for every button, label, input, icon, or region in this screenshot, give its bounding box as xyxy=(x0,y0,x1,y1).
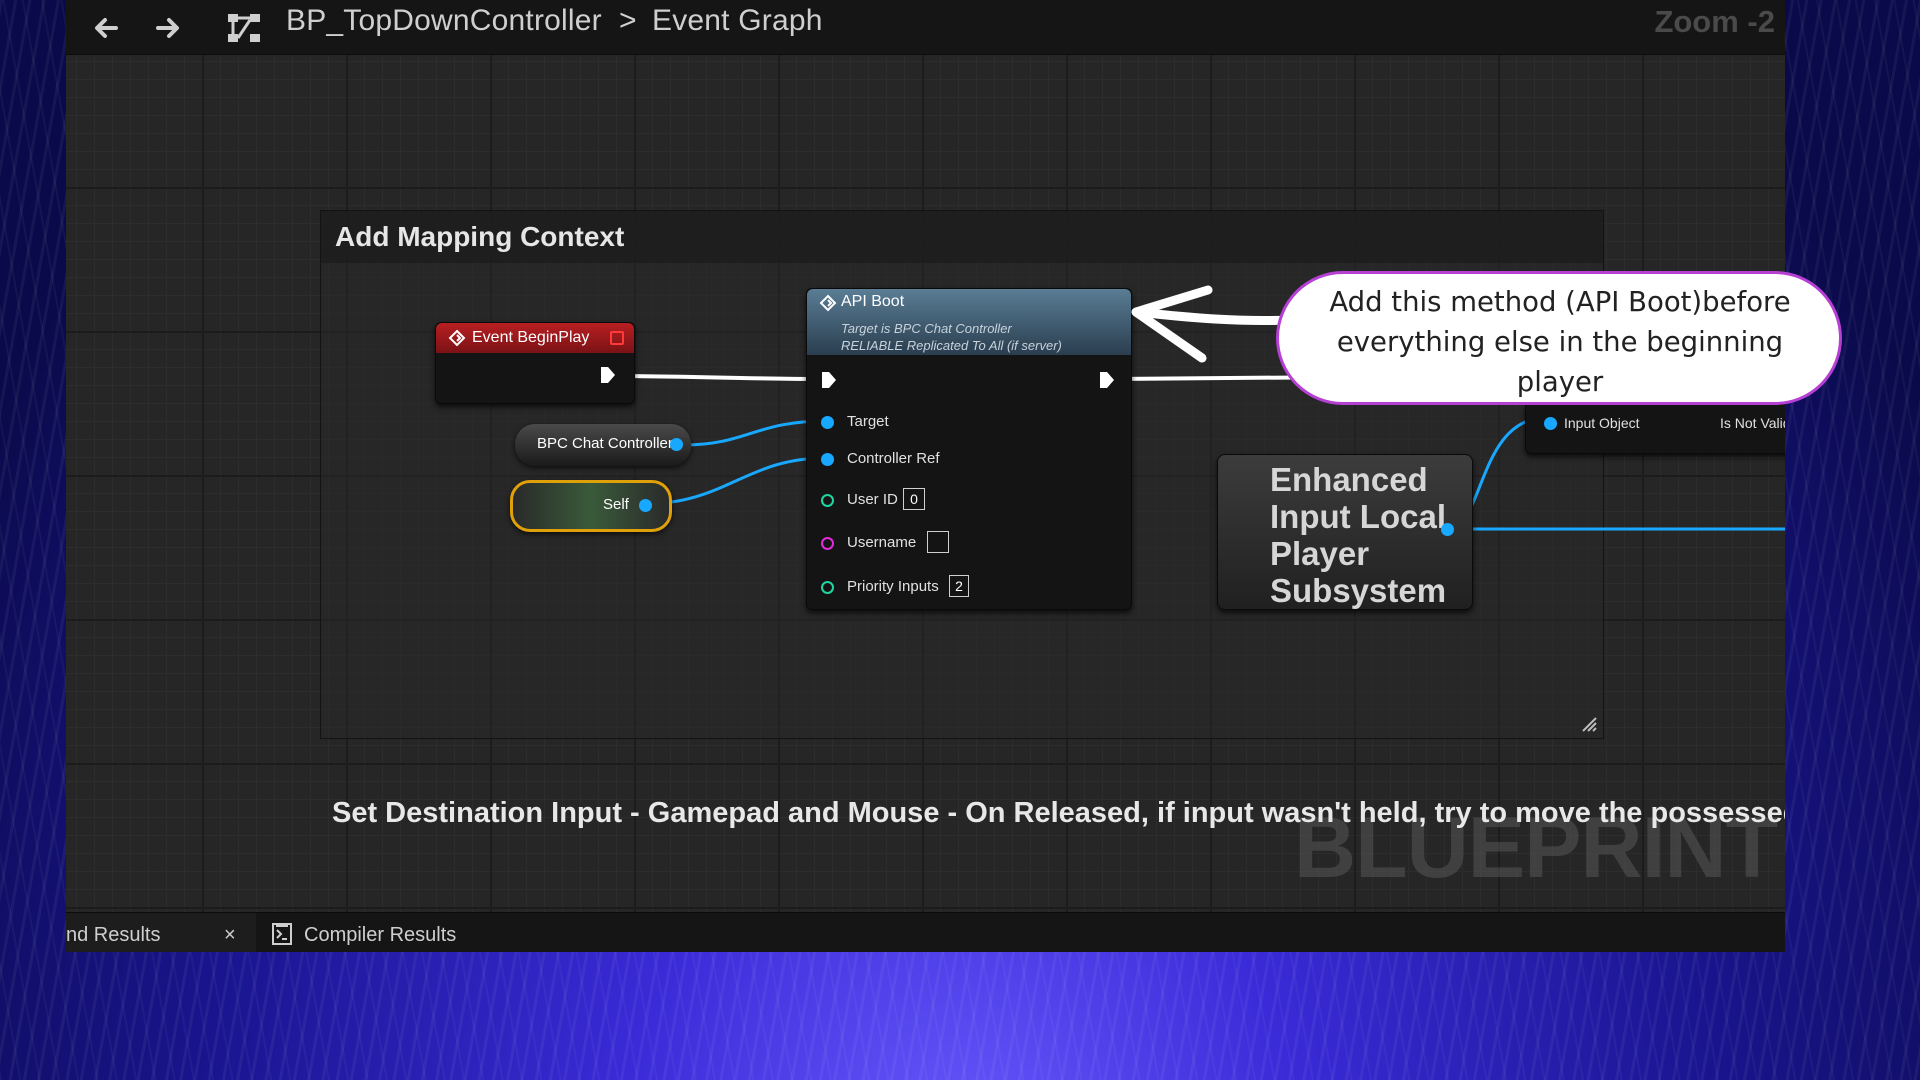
callout-arrow-icon xyxy=(1131,285,1295,363)
enhanced-input-subsystem-node[interactable]: Enhanced Input Local Player Subsystem xyxy=(1217,454,1473,610)
breadcrumb-graph[interactable]: Event Graph xyxy=(652,4,823,38)
pin-label: User ID xyxy=(847,491,898,508)
forward-button[interactable] xyxy=(148,8,188,48)
event-begin-play-node[interactable]: Event BeginPlay xyxy=(435,322,635,404)
function-diamond-icon xyxy=(819,294,837,312)
zoom-level: Zoom -2 xyxy=(1654,4,1775,39)
user-id-value[interactable]: 0 xyxy=(903,488,925,510)
object-out-pin[interactable] xyxy=(670,438,683,451)
compiler-results-icon xyxy=(272,923,292,945)
priority-inputs-value[interactable]: 2 xyxy=(949,575,969,597)
input-object-label: Input Object xyxy=(1564,415,1640,431)
annotation-callout: Add this method (API Boot)before everyth… xyxy=(1276,271,1842,405)
string-pin-icon[interactable] xyxy=(821,537,834,550)
graph-toolbar: BP_TopDownController > Event Graph Zoom … xyxy=(66,0,1785,55)
object-pin-icon[interactable] xyxy=(821,416,834,429)
arrow-right-icon xyxy=(156,18,179,38)
api-boot-header: API Boot Target is BPC Chat Controller R… xyxy=(807,289,1131,355)
tab-compiler-results[interactable]: Compiler Results xyxy=(272,913,492,952)
breadcrumb-blueprint[interactable]: BP_TopDownController xyxy=(286,4,602,38)
exec-wire-beginplay-to-apiboot xyxy=(610,374,823,381)
self-label: Self xyxy=(603,496,629,513)
tab-label: Compiler Results xyxy=(304,924,457,946)
back-button[interactable] xyxy=(86,8,126,48)
close-icon[interactable]: × xyxy=(224,913,236,952)
self-node[interactable]: Self xyxy=(510,480,672,532)
api-boot-replication-note: RELIABLE Replicated To All (if server) xyxy=(841,338,1062,353)
pin-label: Priority Inputs xyxy=(847,578,939,595)
breadcrumb-separator: > xyxy=(619,4,637,37)
subsystem-out-pin[interactable] xyxy=(1441,523,1454,536)
bottom-tab-bar: nd Results × Compiler Results xyxy=(66,912,1785,952)
object-wire-controller-to-target xyxy=(683,419,827,447)
variable-label: BPC Chat Controller xyxy=(537,435,673,452)
exec-out-pin-icon[interactable] xyxy=(1099,371,1115,389)
int-pin-icon[interactable] xyxy=(821,494,834,507)
self-out-pin[interactable] xyxy=(639,499,652,512)
event-node-header: Event BeginPlay xyxy=(436,323,634,353)
api-boot-node[interactable]: API Boot Target is BPC Chat Controller R… xyxy=(806,288,1132,610)
is-valid-node[interactable]: Input Object Is Not Valid xyxy=(1525,402,1785,454)
api-boot-title: API Boot xyxy=(841,293,905,310)
event-diamond-icon xyxy=(448,329,466,347)
input-object-pin[interactable] xyxy=(1544,417,1557,430)
int-pin-icon[interactable] xyxy=(821,581,834,594)
pin-label: Controller Ref xyxy=(847,450,940,467)
comment-title-set-destination[interactable]: Set Destination Input - Gamepad and Mous… xyxy=(332,797,1785,830)
arrow-left-icon xyxy=(95,18,118,38)
event-graph-canvas[interactable]: Add Mapping Context Event BeginPlay BPC … xyxy=(66,55,1785,912)
tab-label: nd Results xyxy=(66,924,161,946)
callout-text: Add this method (API Boot)before everyth… xyxy=(1329,286,1791,398)
blueprint-editor-window: BP_TopDownController > Event Graph Zoom … xyxy=(66,0,1785,952)
tab-find-results[interactable]: nd Results × xyxy=(66,913,256,952)
pin-label: Target xyxy=(847,413,889,430)
is-not-valid-label: Is Not Valid xyxy=(1720,415,1785,431)
bpc-chat-controller-node[interactable]: BPC Chat Controller xyxy=(515,424,691,466)
event-node-title: Event BeginPlay xyxy=(472,329,590,346)
pin-label: Username xyxy=(847,534,917,551)
username-value[interactable] xyxy=(927,531,949,553)
event-delegate-pin[interactable] xyxy=(610,331,624,345)
object-pin-icon[interactable] xyxy=(821,453,834,466)
exec-out-pin-icon[interactable] xyxy=(600,366,616,384)
blueprint-graph-icon xyxy=(228,14,260,42)
subsystem-title: Enhanced Input Local Player Subsystem xyxy=(1270,461,1447,609)
exec-in-pin-icon[interactable] xyxy=(821,371,837,389)
api-boot-target-note: Target is BPC Chat Controller xyxy=(841,321,1012,336)
